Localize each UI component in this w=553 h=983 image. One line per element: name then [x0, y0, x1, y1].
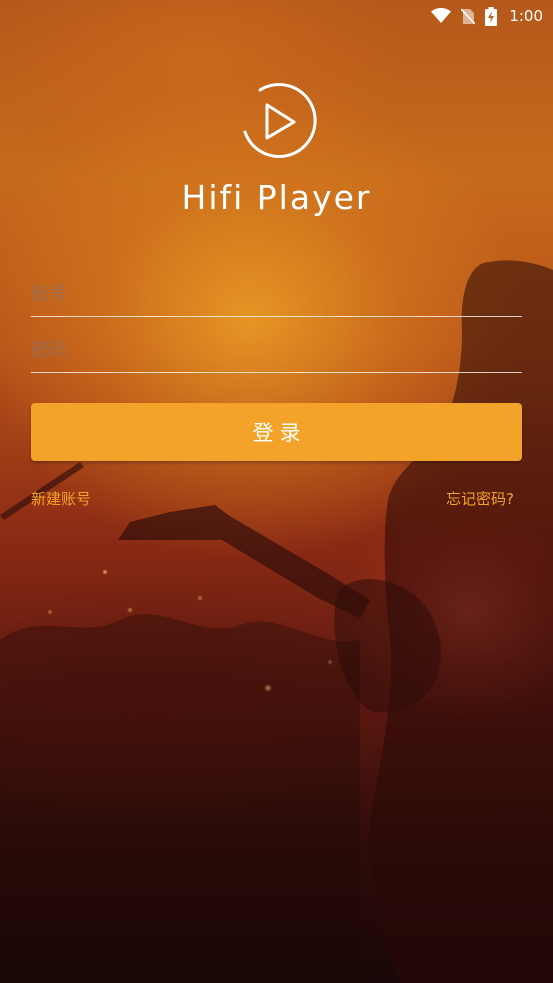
app-title: Hifi Player: [181, 178, 372, 217]
forgot-password-link[interactable]: 忘记密码?: [446, 488, 514, 509]
register-link[interactable]: 新建账号: [31, 488, 91, 509]
account-input[interactable]: [31, 272, 522, 316]
account-field: [31, 272, 522, 317]
wifi-icon: [431, 8, 452, 23]
status-bar: 1:00: [0, 0, 553, 32]
password-field: [31, 328, 522, 373]
login-button[interactable]: 登录: [31, 403, 522, 461]
status-time: 1:00: [509, 7, 543, 25]
login-screen: 1:00 Hifi Player 登录 新建账号 忘记密码?: [0, 0, 553, 983]
no-sim-icon: [461, 7, 476, 25]
play-circle-icon: [243, 83, 317, 159]
battery-charging-icon: [485, 6, 498, 26]
password-input[interactable]: [31, 328, 522, 372]
